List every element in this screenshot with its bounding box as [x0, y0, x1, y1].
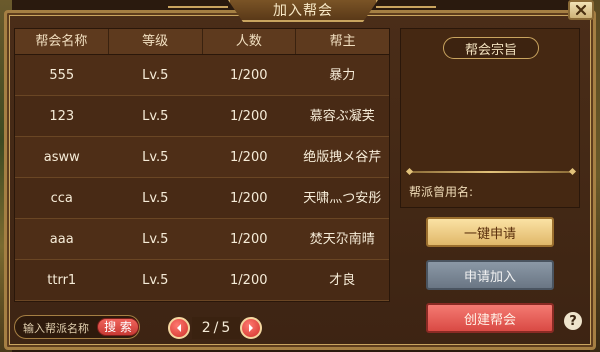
cell-members: 1/200 [230, 273, 268, 288]
search-button[interactable]: 搜 索 [97, 318, 139, 336]
cell-members: 1/200 [230, 191, 268, 206]
help-button[interactable]: ? [564, 312, 582, 330]
arrow-right-icon [249, 324, 253, 332]
former-name-label: 帮派曾用名: [409, 185, 474, 199]
current-page: 2 [201, 320, 211, 336]
title-ornament-right [376, 6, 436, 14]
cell-level: Lv.5 [142, 109, 169, 124]
cell-guild-name: ttrr1 [47, 273, 77, 288]
cell-guild-name: asww [43, 150, 80, 165]
header-members: 人数 [203, 29, 297, 54]
close-icon [575, 4, 587, 16]
cell-leader: 慕容ぶ凝芙 [309, 109, 375, 124]
guild-info-panel: 帮会宗旨 帮派曾用名: [400, 28, 580, 208]
page-separator: / [213, 320, 219, 336]
table-header: 帮会名称 等级 人数 帮主 [15, 29, 389, 55]
arrow-left-icon [177, 324, 181, 332]
total-pages: 5 [221, 320, 231, 336]
cell-members: 1/200 [230, 232, 268, 247]
table-row[interactable]: 555 Lv.5 1/200 暴力 [15, 55, 389, 96]
cell-members: 1/200 [230, 150, 268, 165]
window-title: 加入帮会 [273, 3, 333, 19]
cell-level: Lv.5 [142, 191, 169, 206]
create-guild-button[interactable]: 创建帮会 [426, 303, 554, 333]
table-row[interactable]: aaa Lv.5 1/200 焚天尕南晴 [15, 219, 389, 260]
previous-page-button[interactable] [168, 317, 190, 339]
header-level: 等级 [109, 29, 203, 54]
table-row[interactable]: 123 Lv.5 1/200 慕容ぶ凝芙 [15, 96, 389, 137]
search-box: 搜 索 [14, 315, 140, 339]
title-banner: 加入帮会 [228, 0, 378, 22]
header-guild-name: 帮会名称 [15, 29, 109, 54]
pagination: 2 / 5 [168, 317, 264, 339]
cell-level: Lv.5 [142, 68, 169, 83]
header-leader: 帮主 [329, 34, 356, 49]
cell-members: 1/200 [230, 68, 268, 83]
cell-guild-name: cca [50, 191, 73, 206]
title-ornament-left [168, 6, 228, 14]
close-button[interactable] [568, 0, 594, 20]
cell-leader: 绝版拽メ谷芹 [303, 150, 382, 165]
cell-guild-name: 123 [49, 109, 75, 124]
cell-level: Lv.5 [142, 150, 169, 165]
cell-leader: 才良 [329, 273, 356, 288]
apply-all-button[interactable]: 一键申请 [426, 217, 554, 247]
apply-join-button[interactable]: 申请加入 [426, 260, 554, 290]
page-indicator: 2 / 5 [192, 317, 240, 339]
cell-level: Lv.5 [142, 273, 169, 288]
cell-leader: 暴力 [329, 68, 356, 83]
table-row[interactable]: asww Lv.5 1/200 绝版拽メ谷芹 [15, 137, 389, 178]
cell-members: 1/200 [230, 109, 268, 124]
table-row[interactable]: ttrr1 Lv.5 1/200 才良 [15, 260, 389, 301]
cell-level: Lv.5 [142, 232, 169, 247]
search-input[interactable] [23, 319, 99, 337]
cell-leader: 天啸灬つ安彤 [303, 191, 382, 206]
guild-list-table: 帮会名称 等级 人数 帮主 555 Lv.5 1/200 暴力 123 Lv.5… [14, 28, 390, 302]
table-row[interactable]: cca Lv.5 1/200 天啸灬つ安彤 [15, 178, 389, 219]
next-page-button[interactable] [240, 317, 262, 339]
cell-guild-name: 555 [49, 68, 75, 83]
cell-leader: 焚天尕南晴 [309, 232, 375, 247]
guild-purpose-title: 帮会宗旨 [443, 37, 539, 59]
cell-guild-name: aaa [49, 232, 74, 247]
ornamental-divider [409, 171, 573, 173]
